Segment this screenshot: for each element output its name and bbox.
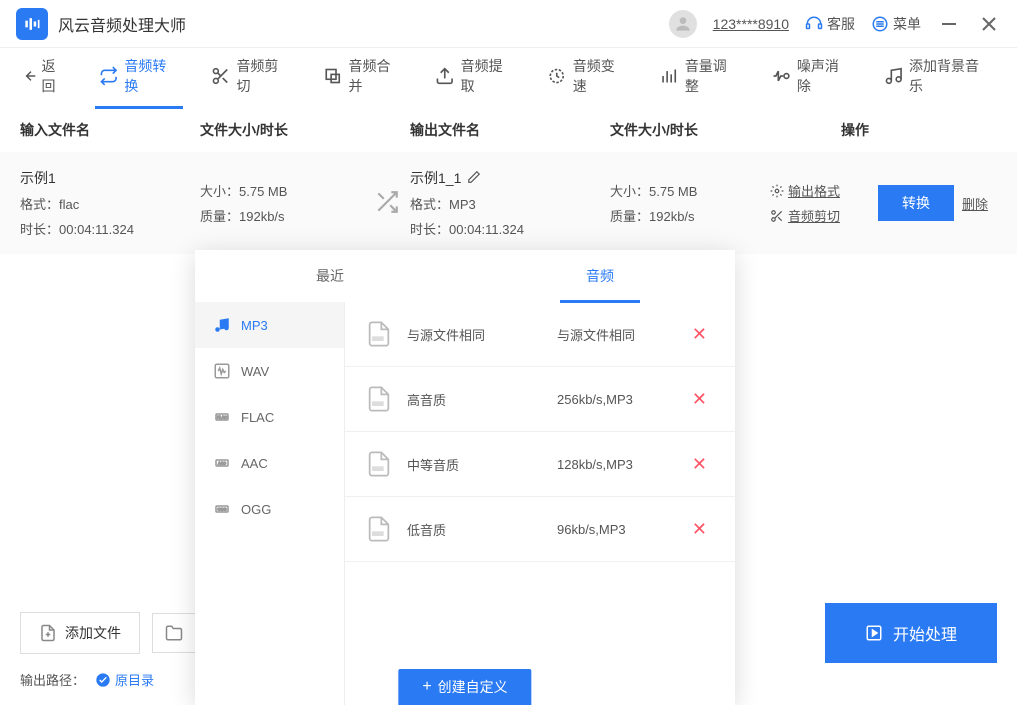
original-dir-option[interactable]: 原目录 [95, 670, 154, 689]
shuffle-icon [374, 189, 400, 218]
svg-text:OGG: OGG [218, 508, 227, 512]
audio-cut-link[interactable]: 音频剪切 [770, 206, 870, 225]
file-icon [365, 320, 393, 348]
svg-text:AAC: AAC [218, 462, 226, 466]
customer-service-button[interactable]: 客服 [805, 14, 855, 34]
quality-name: 高音质 [407, 390, 557, 409]
popup-tab-audio[interactable]: 音频 [530, 250, 670, 302]
create-custom-button[interactable]: + 创建自定义 [398, 669, 531, 705]
input-format: 格式：flac [20, 194, 200, 213]
tab-audio-cut[interactable]: 音频剪切 [197, 44, 305, 108]
popup-tab-recent[interactable]: 最近 [260, 250, 400, 302]
add-file-button[interactable]: 添加文件 [20, 612, 140, 654]
file-icon [365, 385, 393, 413]
edit-output-name-icon[interactable] [467, 170, 481, 187]
th-output-name: 输出文件名 [410, 120, 610, 140]
add-folder-button[interactable] [152, 613, 196, 653]
quality-delete-icon[interactable]: ✕ [684, 454, 715, 475]
output-format: 格式：MP3 [410, 194, 610, 213]
quality-delete-icon[interactable]: ✕ [684, 324, 715, 345]
app-title: 风云音频处理大师 [58, 12, 186, 36]
output-format-link[interactable]: 输出格式 [770, 181, 870, 200]
delete-link[interactable]: 删除 [962, 194, 988, 213]
file-icon [365, 515, 393, 543]
tab-audio-convert[interactable]: 音频转换 [85, 44, 193, 108]
tab-label: 音频剪切 [236, 56, 291, 96]
customer-service-label: 客服 [827, 14, 855, 34]
format-popup: 最近 音频 MP3 WAV FLAC FLAC AAC AAC OGG OGG [195, 250, 735, 705]
format-item-flac[interactable]: FLAC FLAC [195, 394, 344, 440]
quality-name: 低音质 [407, 520, 557, 539]
back-label: 返回 [42, 56, 69, 96]
menu-label: 菜单 [893, 14, 921, 34]
output-quality: 质量：192kb/s [610, 206, 770, 225]
quality-item[interactable]: 与源文件相同 与源文件相同 ✕ [345, 302, 735, 367]
th-ops: 操作 [770, 120, 940, 140]
format-item-aac[interactable]: AAC AAC [195, 440, 344, 486]
input-filename: 示例1 [20, 168, 200, 188]
avatar[interactable] [669, 10, 697, 38]
tab-label: 音频变速 [573, 56, 628, 96]
th-input-name: 输入文件名 [20, 120, 200, 140]
tab-audio-speed[interactable]: 音频变速 [533, 44, 641, 108]
th-input-size: 文件大小/时长 [200, 120, 410, 140]
tab-audio-extract[interactable]: 音频提取 [421, 44, 529, 108]
menu-button[interactable]: 菜单 [871, 14, 921, 34]
start-process-button[interactable]: 开始处理 [825, 603, 997, 663]
format-item-wav[interactable]: WAV [195, 348, 344, 394]
quality-spec: 与源文件相同 [557, 325, 684, 344]
quality-item[interactable]: 低音质 96kb/s,MP3 ✕ [345, 497, 735, 562]
quality-spec: 128kb/s,MP3 [557, 457, 684, 472]
tab-label: 添加背景音乐 [909, 56, 991, 96]
convert-button[interactable]: 转换 [878, 185, 954, 221]
tab-add-bgm[interactable]: 添加背景音乐 [870, 44, 1005, 108]
quality-item[interactable]: 中等音质 128kb/s,MP3 ✕ [345, 432, 735, 497]
quality-spec: 96kb/s,MP3 [557, 522, 684, 537]
tab-label: 音频合并 [349, 56, 404, 96]
quality-delete-icon[interactable]: ✕ [684, 389, 715, 410]
quality-spec: 256kb/s,MP3 [557, 392, 684, 407]
svg-text:FLAC: FLAC [217, 416, 227, 420]
tab-label: 音频提取 [461, 56, 516, 96]
back-button[interactable]: 返回 [12, 56, 77, 96]
quality-delete-icon[interactable]: ✕ [684, 519, 715, 540]
tab-label: 噪声消除 [797, 56, 852, 96]
output-duration: 时长：00:04:11.324 [410, 219, 610, 238]
user-id-link[interactable]: 123****8910 [713, 16, 789, 32]
output-filename: 示例1_1 [410, 168, 461, 188]
tab-noise-remove[interactable]: 噪声消除 [757, 44, 865, 108]
tab-audio-merge[interactable]: 音频合并 [309, 44, 417, 108]
format-item-ogg[interactable]: OGG OGG [195, 486, 344, 532]
quality-name: 与源文件相同 [407, 325, 557, 344]
input-duration: 时长：00:04:11.324 [20, 219, 200, 238]
file-icon [365, 450, 393, 478]
table-row: 示例1 格式：flac 时长：00:04:11.324 大小：5.75 MB 质… [0, 152, 1017, 254]
th-output-size: 文件大小/时长 [610, 120, 770, 140]
close-button[interactable] [977, 12, 1001, 36]
output-size: 大小：5.75 MB [610, 181, 770, 200]
tab-volume-adjust[interactable]: 音量调整 [645, 44, 753, 108]
input-quality: 质量：192kb/s [200, 206, 368, 225]
output-path-label: 输出路径： [20, 670, 85, 689]
tab-label: 音量调整 [685, 56, 740, 96]
input-size: 大小：5.75 MB [200, 181, 368, 200]
minimize-button[interactable] [937, 12, 961, 36]
format-item-mp3[interactable]: MP3 [195, 302, 344, 348]
app-logo [16, 8, 48, 40]
tab-label: 音频转换 [124, 56, 179, 96]
add-file-label: 添加文件 [65, 623, 121, 643]
quality-name: 中等音质 [407, 455, 557, 474]
quality-item[interactable]: 高音质 256kb/s,MP3 ✕ [345, 367, 735, 432]
